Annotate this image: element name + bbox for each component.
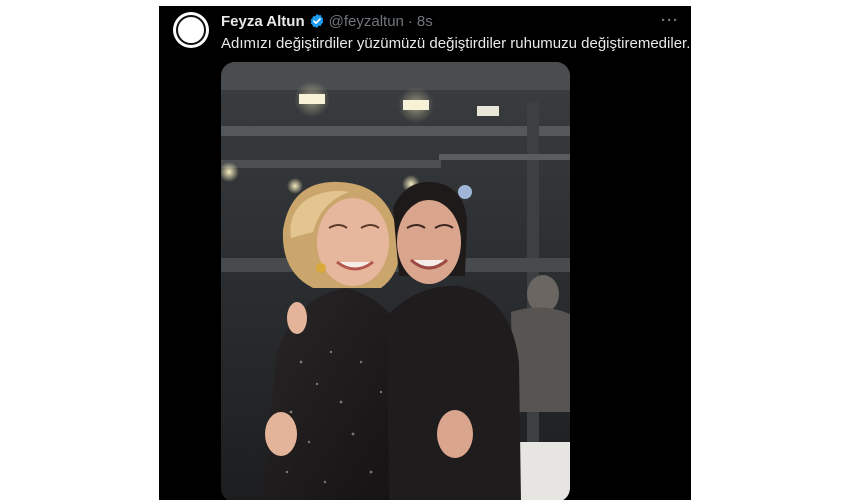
verified-badge-icon [309,13,325,29]
tweet-photo[interactable] [221,62,570,500]
tweet-card: Feyza Altun @feyzaltun · 8s ··· Adımızı … [159,6,691,500]
tweet-text: Adımızı değiştirdiler yüzümüzü değiştird… [221,35,691,52]
author-name[interactable]: Feyza Altun [221,13,305,30]
avatar[interactable] [173,12,209,48]
photo-illustration [221,62,570,500]
tweet-header: Feyza Altun @feyzaltun · 8s [221,11,433,31]
author-handle[interactable]: @feyzaltun [329,13,404,30]
separator-dot: · [407,12,413,30]
avatar-logo [176,15,206,45]
more-options-icon[interactable]: ··· [661,12,679,29]
tweet-timestamp[interactable]: 8s [417,13,433,30]
